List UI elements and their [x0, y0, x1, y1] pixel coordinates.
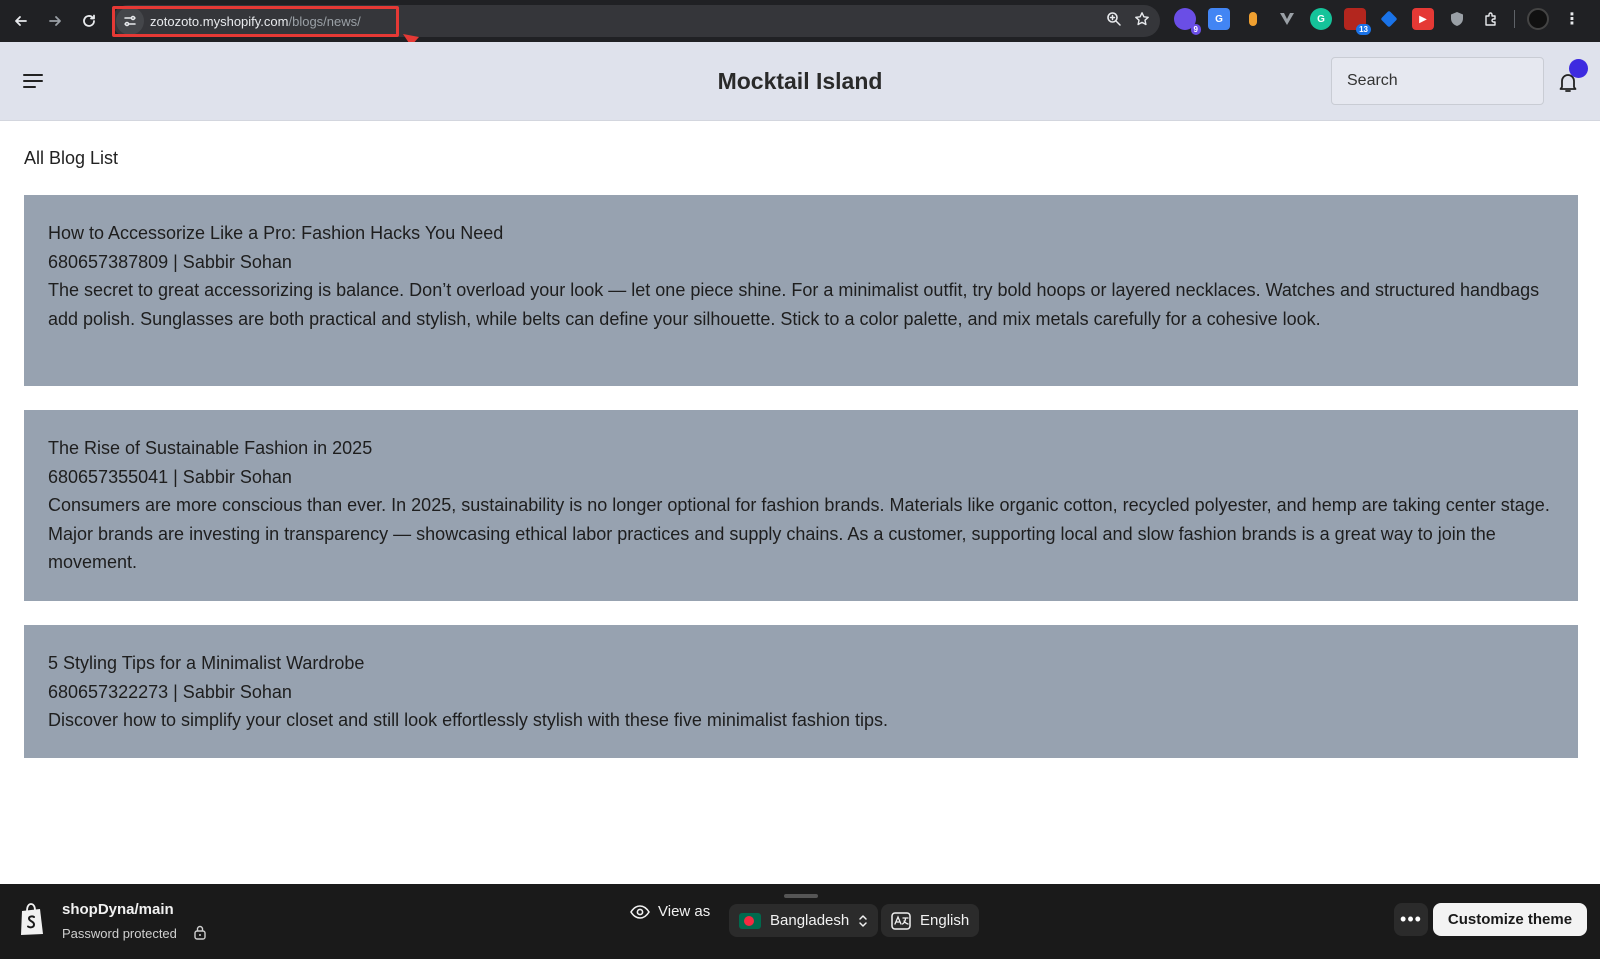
blog-excerpt: The secret to great accessorizing is bal… [48, 280, 1540, 329]
address-bar[interactable]: zotozoto.myshopify.com/blogs/news/ [112, 5, 1160, 37]
theme-name: shopDyna/main [62, 901, 174, 918]
store-header: Mocktail Island [0, 42, 1600, 121]
blog-title[interactable]: The Rise of Sustainable Fashion in 2025 [48, 434, 1554, 463]
zoom-icon[interactable] [1106, 11, 1122, 27]
hamburger-menu-icon[interactable] [22, 70, 44, 92]
calendar-extension-icon[interactable]: 13 [1344, 8, 1371, 35]
orange-extension-icon[interactable] [1242, 8, 1264, 30]
bangladesh-flag-icon [739, 912, 761, 929]
back-arrow-icon [15, 16, 27, 26]
blog-meta: 680657355041 | Sabbir Sohan [48, 466, 292, 487]
url-path: /blogs/news/ [288, 13, 361, 29]
toolbar-divider [1514, 10, 1515, 28]
browser-toolbar: zotozoto.myshopify.com/blogs/news/ 9 G G… [0, 0, 1600, 42]
translate-extension-icon[interactable]: G [1208, 8, 1230, 30]
extension-badge: 9 [1190, 24, 1201, 35]
password-status: Password protected [62, 926, 177, 941]
v-extension-icon[interactable] [1276, 8, 1298, 30]
blog-card[interactable]: 5 Styling Tips for a Minimalist Wardrobe… [24, 625, 1578, 758]
red-extension-icon[interactable]: ▶ [1412, 8, 1434, 30]
extension-purple-icon[interactable]: 9 [1174, 8, 1201, 35]
url-host: zotozoto.myshopify.com [150, 13, 289, 29]
reload-button[interactable] [72, 4, 106, 38]
view-as-text: View as [658, 903, 711, 920]
blog-excerpt: Consumers are more conscious than ever. … [48, 495, 1550, 572]
tag-extension-icon[interactable] [1378, 8, 1400, 30]
profile-avatar[interactable] [1527, 8, 1549, 30]
blog-excerpt: Discover how to simplify your closet and… [48, 710, 888, 730]
blog-card[interactable]: The Rise of Sustainable Fashion in 2025 … [24, 410, 1578, 601]
page-heading: All Blog List [24, 148, 119, 168]
blog-title[interactable]: 5 Styling Tips for a Minimalist Wardrobe [48, 649, 1554, 678]
blog-meta: 680657322273 | Sabbir Sohan [48, 681, 292, 702]
view-as-label: View as [630, 903, 710, 920]
chevron-up-down-icon [859, 914, 867, 927]
notification-dot [1569, 59, 1588, 78]
url-text[interactable]: zotozoto.myshopify.com/blogs/news/ [150, 14, 361, 29]
eye-icon [630, 904, 650, 919]
search-input[interactable] [1331, 57, 1544, 105]
reload-icon [83, 14, 95, 27]
customize-theme-button[interactable]: Customize theme [1433, 903, 1587, 936]
extension-badge: 13 [1356, 24, 1371, 35]
lock-icon [194, 925, 206, 940]
language-selector[interactable]: English [881, 904, 980, 937]
bookmark-star-icon[interactable] [1134, 11, 1150, 27]
shield-extension-icon[interactable] [1446, 8, 1468, 30]
more-options-button[interactable]: ••• [1394, 903, 1428, 936]
forward-arrow-icon [49, 16, 61, 26]
drag-handle[interactable] [784, 894, 818, 898]
back-button[interactable] [4, 4, 38, 38]
country-selector[interactable]: Bangladesh [729, 904, 879, 937]
blog-card[interactable]: How to Accessorize Like a Pro: Fashion H… [24, 195, 1578, 386]
blog-list: How to Accessorize Like a Pro: Fashion H… [24, 195, 1578, 782]
site-info-button[interactable] [116, 7, 144, 35]
kebab-menu-icon[interactable]: ⋮ [1561, 8, 1583, 30]
language-value: English [920, 912, 970, 929]
forward-button[interactable] [38, 4, 72, 38]
country-value: Bangladesh [770, 912, 850, 929]
grammarly-extension-icon[interactable]: G [1310, 8, 1332, 30]
extensions-bar: 9 G G 13 ▶ ⋮ [1174, 8, 1583, 35]
shopify-bag-icon [21, 903, 43, 935]
blog-meta: 680657387809 | Sabbir Sohan [48, 251, 292, 272]
translate-icon [891, 911, 911, 930]
blog-title[interactable]: How to Accessorize Like a Pro: Fashion H… [48, 219, 1554, 248]
tune-icon [124, 15, 136, 27]
extensions-puzzle-icon[interactable] [1480, 8, 1502, 30]
theme-preview-bar: shopDyna/main Password protected View as… [0, 884, 1600, 959]
